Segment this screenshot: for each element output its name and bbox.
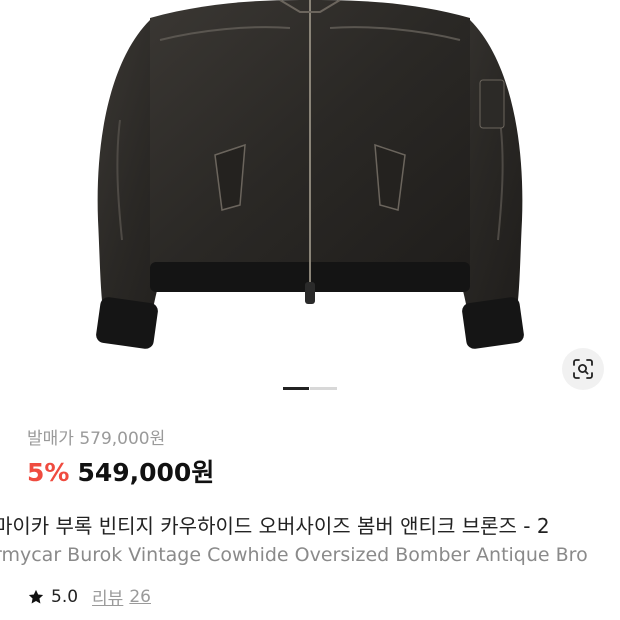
original-price-label: 발매가: [27, 429, 74, 449]
pager-dot-active[interactable]: [283, 387, 309, 390]
lens-search-icon: [573, 359, 593, 379]
sale-price: 549,000원: [77, 458, 215, 487]
discount-rate: 5%: [27, 458, 70, 487]
product-name-korean: 마이카 부록 빈티지 카우하이드 오버사이즈 봄버 앤티크 브론즈 - 2: [0, 514, 550, 538]
original-price-value: 579,000원: [79, 429, 166, 449]
image-pager[interactable]: [283, 387, 337, 390]
product-name-english: rmycar Burok Vintage Cowhide Oversized B…: [0, 544, 588, 566]
price-row: 5% 549,000원: [27, 453, 214, 489]
original-price: 발매가 579,000원: [27, 424, 165, 449]
rating-row: 5.0 리뷰 26: [27, 584, 151, 609]
rating-value: 5.0: [51, 586, 79, 607]
jacket-photo: [96, 0, 524, 349]
image-search-button[interactable]: [562, 348, 604, 390]
pager-dot[interactable]: [310, 387, 337, 390]
review-link-label[interactable]: 리뷰: [92, 584, 123, 609]
star-icon: [28, 589, 44, 603]
review-count[interactable]: 26: [129, 587, 151, 607]
product-image[interactable]: [0, 0, 620, 380]
